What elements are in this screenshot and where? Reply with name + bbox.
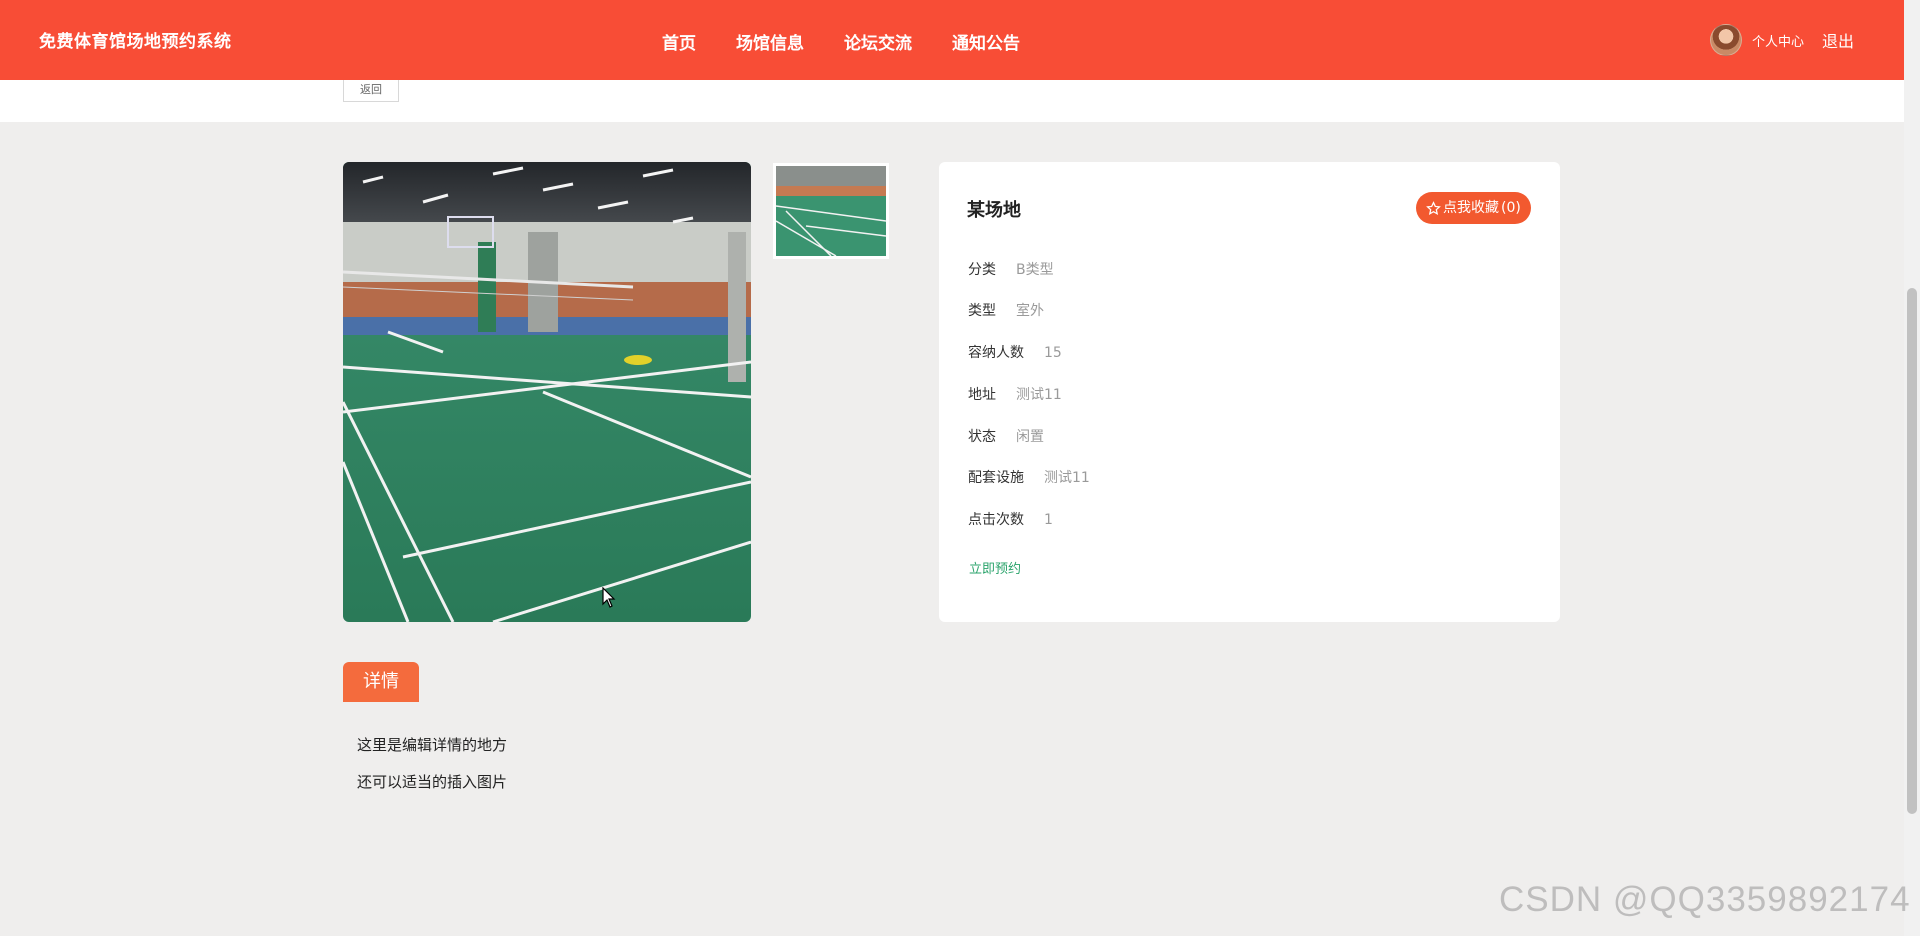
venue-info-card: 某场地 点我收藏 (0) 分类 B类型 类型 室外 容纳人数 15 地址 测试11…: [939, 162, 1560, 622]
badminton-court-photo: [343, 162, 751, 622]
field-label: 点击次数: [968, 512, 1024, 528]
nav-item-forum[interactable]: 论坛交流: [844, 29, 912, 54]
field-label: 配套设施: [968, 470, 1024, 486]
back-button[interactable]: 返回: [343, 80, 399, 102]
field-value: 1: [1044, 512, 1053, 528]
tab-details[interactable]: 详情: [343, 662, 419, 702]
field-value: 室外: [1016, 303, 1044, 319]
logout-link[interactable]: 退出: [1822, 28, 1854, 52]
star-icon: [1426, 200, 1441, 215]
field-label: 类型: [968, 303, 996, 319]
profile-link[interactable]: 个人中心: [1752, 31, 1804, 50]
field-label: 分类: [968, 262, 996, 278]
thumbnail-photo: [776, 166, 886, 256]
field-label: 容纳人数: [968, 345, 1024, 361]
field-click-count: 点击次数 1: [968, 509, 1053, 529]
venue-main-photo: [343, 162, 751, 622]
venue-name: 某场地: [967, 200, 1021, 221]
main-nav: 首页 场馆信息 论坛交流 通知公告: [662, 29, 1060, 54]
details-text: 这里是编辑详情的地方: [357, 736, 508, 754]
mouse-cursor-icon: [602, 587, 616, 608]
favorite-button[interactable]: 点我收藏 (0): [1416, 192, 1531, 224]
field-facilities: 配套设施 测试11: [968, 467, 1090, 487]
field-value: B类型: [1016, 262, 1054, 278]
user-area: 个人中心 退出: [1710, 24, 1854, 56]
field-type: 类型 室外: [968, 300, 1044, 320]
details-text: 还可以适当的插入图片: [357, 773, 508, 791]
favorite-label: 点我收藏: [1443, 200, 1499, 216]
nav-item-home[interactable]: 首页: [662, 29, 696, 54]
site-title[interactable]: 免费体育馆场地预约系统: [39, 27, 232, 52]
field-label: 状态: [968, 429, 996, 445]
book-now-link[interactable]: 立即预约: [969, 558, 1021, 577]
page-scrollbar-thumb[interactable]: [1907, 288, 1917, 814]
avatar[interactable]: [1710, 24, 1742, 56]
watermark: CSDN @QQ3359892174: [1499, 880, 1911, 919]
top-navbar: 免费体育馆场地预约系统 首页 场馆信息 论坛交流 通知公告 个人中心 退出: [0, 0, 1904, 80]
breadcrumb-bar: 返回: [0, 80, 1904, 122]
field-value: 测试11: [1016, 387, 1062, 403]
field-value: 测试11: [1044, 470, 1090, 486]
field-category: 分类 B类型: [968, 259, 1054, 279]
field-address: 地址 测试11: [968, 384, 1062, 404]
field-value: 15: [1044, 345, 1062, 361]
nav-item-notices[interactable]: 通知公告: [952, 29, 1020, 54]
field-label: 地址: [968, 387, 996, 403]
favorite-count: (0): [1501, 200, 1521, 216]
venue-thumbnail[interactable]: [773, 163, 889, 259]
field-value: 闲置: [1016, 429, 1044, 445]
field-status: 状态 闲置: [968, 426, 1044, 446]
nav-item-venues[interactable]: 场馆信息: [736, 29, 804, 54]
field-capacity: 容纳人数 15: [968, 342, 1062, 362]
